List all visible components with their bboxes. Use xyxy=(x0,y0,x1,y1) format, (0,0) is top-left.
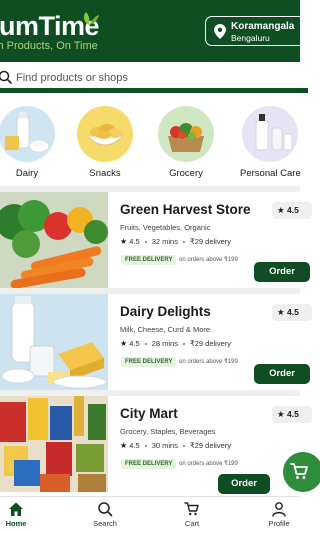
store-eta: 30 mins xyxy=(151,441,178,450)
nav-label: Search xyxy=(93,519,117,528)
location-pin-icon xyxy=(214,24,226,39)
free-delivery-badge: FREE DELIVERY xyxy=(121,459,177,469)
star-icon: ★ xyxy=(120,339,128,348)
order-button[interactable]: Order xyxy=(254,364,310,384)
star-icon: ★ xyxy=(277,307,285,317)
cart-icon xyxy=(184,502,199,516)
store-delivery-fee: ₹29 delivery xyxy=(189,339,232,348)
leaf-icon xyxy=(83,12,99,25)
location-selector[interactable]: Koramangala Bengaluru xyxy=(205,16,309,46)
grocery-icon xyxy=(158,106,214,162)
free-delivery-badge: FREE DELIVERY xyxy=(121,255,177,265)
star-icon: ★ xyxy=(120,441,128,450)
store-meta: ★ 4.5 30 mins ₹29 delivery xyxy=(120,441,231,450)
cart-fab-button[interactable] xyxy=(283,452,320,492)
category-label: Personal Care xyxy=(240,168,301,179)
store-rating: 4.5 xyxy=(129,441,140,450)
store-eta: 28 mins xyxy=(151,339,178,348)
store-rating: 4.5 xyxy=(129,237,140,246)
store-categories: Fruits, Vegetables, Organic xyxy=(120,223,211,232)
store-rating: 4.5 xyxy=(129,339,140,348)
separator-dot xyxy=(144,241,147,244)
location-city: Bengaluru xyxy=(231,33,270,43)
category-personal-care[interactable]: Personal Care xyxy=(240,106,301,179)
rating-badge: ★ 4.5 xyxy=(272,304,312,321)
separator-dot xyxy=(144,445,147,448)
personal-care-icon xyxy=(242,106,298,162)
rating-badge-value: 4.5 xyxy=(287,205,299,215)
category-label: Snacks xyxy=(89,168,121,179)
store-image xyxy=(0,192,108,288)
store-delivery-fee: ₹29 delivery xyxy=(189,441,232,450)
category-label: Dairy xyxy=(15,168,39,179)
category-row: Dairy Snacks Grocery Personal Care xyxy=(0,106,301,186)
store-name: Dairy Delights xyxy=(120,304,211,319)
rating-badge-value: 4.5 xyxy=(287,307,299,317)
order-button[interactable]: Order xyxy=(254,262,310,282)
dairy-icon xyxy=(0,106,55,162)
free-delivery-note: on orders above ₹199 xyxy=(179,461,238,467)
rating-badge-value: 4.5 xyxy=(287,409,299,419)
store-card[interactable]: City Mart Grocery, Staples, Beverages ★ … xyxy=(0,396,312,494)
profile-icon xyxy=(272,502,286,517)
star-icon: ★ xyxy=(277,409,285,419)
store-meta: ★ 4.5 28 mins ₹29 delivery xyxy=(120,339,231,348)
nav-label: Cart xyxy=(184,519,200,528)
store-eta: 32 mins xyxy=(151,237,178,246)
store-categories: Milk, Cheese, Curd & More xyxy=(120,325,211,334)
search-icon xyxy=(0,70,12,84)
category-grocery[interactable]: Grocery xyxy=(156,106,216,179)
store-image xyxy=(0,396,108,492)
free-delivery-note: on orders above ₹199 xyxy=(179,257,238,263)
store-card[interactable]: Dairy Delights Milk, Cheese, Curd & More… xyxy=(0,294,312,390)
rating-badge: ★ 4.5 xyxy=(272,406,312,423)
store-name: City Mart xyxy=(120,406,178,421)
category-snacks[interactable]: Snacks xyxy=(75,106,135,179)
search-input[interactable] xyxy=(16,68,286,88)
store-delivery-fee: ₹29 delivery xyxy=(189,237,232,246)
free-delivery-badge: FREE DELIVERY xyxy=(121,357,177,367)
rating-badge: ★ 4.5 xyxy=(272,202,312,219)
store-categories: Grocery, Staples, Beverages xyxy=(120,427,216,436)
store-name: Green Harvest Store xyxy=(120,202,251,217)
separator-dot xyxy=(182,343,185,346)
brand-logo[interactable]: lumTime sh Products, On Time xyxy=(0,12,100,52)
app-header: lumTime sh Products, On Time Koramangala… xyxy=(0,0,309,62)
separator-dot xyxy=(182,241,185,244)
nav-home[interactable]: Home xyxy=(0,501,46,528)
separator-dot xyxy=(144,343,147,346)
snacks-icon xyxy=(77,106,133,162)
store-meta: ★ 4.5 32 mins ₹29 delivery xyxy=(120,237,231,246)
separator-dot xyxy=(182,445,185,448)
category-label: Grocery xyxy=(169,168,203,179)
star-icon: ★ xyxy=(120,237,128,246)
store-card[interactable]: Green Harvest Store Fruits, Vegetables, … xyxy=(0,192,312,288)
search-bar[interactable] xyxy=(0,63,308,93)
bottom-nav: Home Search Cart Profile xyxy=(0,496,300,533)
nav-label: Profile xyxy=(268,519,290,528)
location-area: Koramangala xyxy=(231,21,295,32)
free-delivery-note: on orders above ₹199 xyxy=(179,359,238,365)
cart-icon xyxy=(290,463,308,479)
home-icon xyxy=(9,502,23,516)
order-button[interactable]: Order xyxy=(218,474,270,494)
nav-label: Home xyxy=(5,519,27,528)
search-icon xyxy=(98,502,113,517)
star-icon: ★ xyxy=(277,205,285,215)
nav-profile[interactable]: Profile xyxy=(249,501,309,528)
nav-search[interactable]: Search xyxy=(75,501,135,528)
category-dairy[interactable]: Dairy xyxy=(0,106,57,179)
store-image xyxy=(0,294,108,390)
brand-tagline: sh Products, On Time xyxy=(0,40,98,52)
nav-cart[interactable]: Cart xyxy=(162,501,222,528)
